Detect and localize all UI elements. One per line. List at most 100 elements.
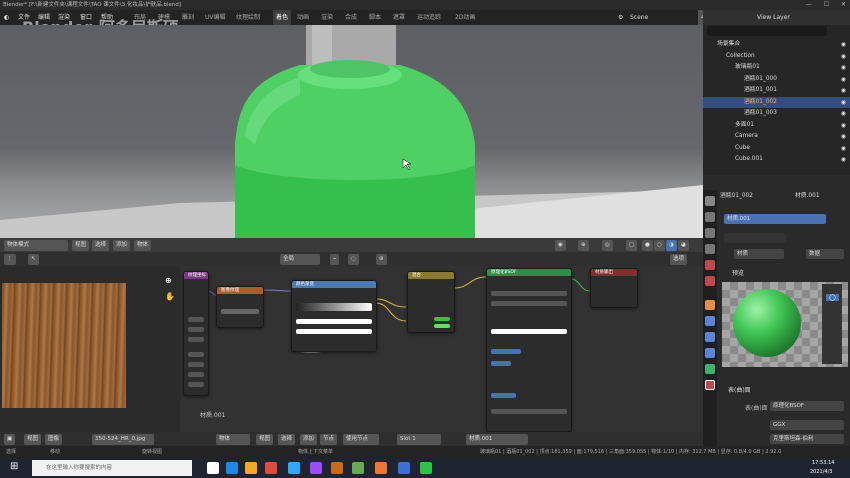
node-color-ramp[interactable]: 颜色渐变 — [291, 280, 377, 352]
material-browse[interactable]: 材质 — [734, 249, 784, 259]
outliner-row[interactable]: Camera ◉ — [703, 131, 850, 143]
outliner-row[interactable]: 多面01 ◉ — [703, 120, 850, 132]
taskbar-search-input[interactable]: 在这里输入你要搜索的内容 — [32, 460, 192, 476]
visibility-eye-icon[interactable]: ◉ — [841, 120, 846, 132]
tab-animation[interactable]: 动画 — [297, 10, 309, 25]
visibility-eye-icon[interactable]: ◉ — [841, 97, 846, 109]
photoshop-icon[interactable] — [288, 462, 300, 474]
node-principled-bsdf[interactable]: 原理化BSDF — [486, 268, 572, 432]
pin-icon[interactable]: ⊛ — [376, 253, 387, 265]
viewport-menu-object[interactable]: 物体 — [134, 239, 152, 251]
material-slot[interactable]: 材质.001 — [724, 214, 826, 224]
options-dropdown[interactable]: 选项 — [670, 253, 688, 265]
outliner-row[interactable]: 酒瓶01_000 ◉ — [703, 74, 850, 86]
subsurface-method-dropdown[interactable]: 克里斯坦森-伯利 — [770, 434, 844, 444]
object-tab-icon[interactable] — [705, 300, 715, 310]
preview-section-header[interactable]: 预览 — [732, 268, 744, 277]
use-nodes-checkbox[interactable]: 使用节点 — [343, 433, 379, 445]
node-menu-view[interactable]: 视图 — [256, 433, 274, 445]
surface-section-header[interactable]: 表(曲)面 — [728, 385, 751, 394]
visibility-eye-icon[interactable]: ◉ — [841, 108, 846, 120]
render-tab-icon[interactable] — [705, 212, 715, 222]
output-tab-icon[interactable] — [705, 228, 715, 238]
tab-motion-tracking[interactable]: 运动追踪 — [417, 10, 441, 25]
editor-type-icon[interactable]: ⋮ — [4, 253, 16, 265]
visibility-eye-icon[interactable]: ◉ — [841, 85, 846, 97]
close-icon[interactable]: ✕ — [841, 1, 846, 8]
wireframe-shading-icon[interactable]: ○ — [654, 239, 665, 251]
physics-tab-icon[interactable] — [705, 348, 715, 358]
data-tab-icon[interactable] — [705, 364, 715, 374]
node-graph[interactable]: ⊕ ✋ 纹理坐标 图像纹理 颜色渐变 混合 原理化BSDF 材质输出 材质.00… — [165, 266, 703, 432]
overlay-icon[interactable]: ◎ — [602, 239, 613, 251]
data-dropdown[interactable]: 数据 — [806, 249, 844, 259]
task-view-icon[interactable] — [207, 462, 219, 474]
sphere-preview-icon[interactable]: ◯ — [826, 294, 839, 301]
view-layer-tab-icon[interactable] — [705, 244, 715, 254]
edge-icon[interactable] — [226, 462, 238, 474]
node-texture-coordinate[interactable]: 纹理坐标 — [183, 271, 209, 396]
world-tab-icon[interactable] — [705, 276, 715, 286]
surface-shader-field[interactable]: 原理化BSDF — [770, 401, 844, 411]
image-file-field[interactable]: 350-524_HR_0.jpg — [92, 433, 154, 445]
image-menu-view[interactable]: 视图 — [24, 433, 42, 445]
outliner-row[interactable]: Cube.001 ◉ — [703, 154, 850, 166]
tab-uv[interactable]: UV编辑 — [205, 10, 226, 25]
cursor-tool-icon[interactable]: ↖ — [28, 253, 39, 265]
material-shading-icon[interactable]: ◑ — [666, 239, 677, 251]
maximize-icon[interactable]: ☐ — [824, 1, 829, 8]
solid-shading-icon[interactable]: ● — [642, 239, 653, 251]
node-mapping[interactable]: 图像纹理 — [216, 286, 264, 328]
tab-render[interactable]: 渲染 — [321, 10, 333, 25]
tab-scripting[interactable]: 脚本 — [369, 10, 381, 25]
visibility-eye-icon[interactable]: ◉ — [841, 154, 846, 166]
slot-dropdown[interactable]: Slot 1 — [397, 433, 441, 445]
minimize-icon[interactable]: — — [806, 1, 812, 8]
scene-icon[interactable]: ⚙ — [618, 10, 623, 25]
tab-shading[interactable]: 着色 — [273, 10, 292, 25]
node-menu-select[interactable]: 选择 — [278, 433, 296, 445]
viewport-menu-view[interactable]: 视图 — [72, 239, 90, 251]
visibility-eye-icon[interactable]: ◉ — [841, 62, 846, 74]
scene-name[interactable]: Scene — [630, 10, 648, 25]
visibility-eye-icon[interactable]: ◉ — [841, 131, 846, 143]
outliner-row[interactable]: Collection ◉ — [703, 51, 850, 63]
scene-tab-icon[interactable] — [705, 260, 715, 270]
node-mix[interactable]: 混合 — [407, 271, 455, 333]
material-field[interactable]: 材质.001 — [466, 433, 528, 445]
app-icon[interactable] — [352, 462, 364, 474]
mode-dropdown[interactable]: 物体模式 — [4, 239, 68, 251]
visibility-icon[interactable]: ◉ — [555, 239, 566, 251]
explorer-icon[interactable] — [245, 462, 257, 474]
tab-sculpt[interactable]: 雕刻 — [182, 10, 194, 25]
object-dropdown[interactable]: 物体 — [216, 433, 250, 445]
view-dropdown[interactable]: 全局 — [280, 253, 320, 265]
particles-tab-icon[interactable] — [705, 332, 715, 342]
visibility-eye-icon[interactable]: ◉ — [841, 51, 846, 63]
material-tab-icon[interactable] — [705, 380, 715, 390]
visibility-eye-icon[interactable]: ◉ — [841, 39, 846, 51]
blender-alt-icon[interactable] — [375, 462, 387, 474]
node-material-output[interactable]: 材质输出 — [590, 268, 638, 308]
hand-pan-icon[interactable]: ✋ — [165, 292, 175, 301]
rendered-shading-icon[interactable]: ◕ — [678, 239, 689, 251]
visibility-eye-icon[interactable]: ◉ — [841, 74, 846, 86]
outliner-row[interactable]: 酒瓶01_001 ◉ — [703, 85, 850, 97]
image-editor-type-icon[interactable]: ▣ — [4, 433, 16, 445]
tab-compositing[interactable]: 合成 — [345, 10, 357, 25]
blender-logo-icon[interactable]: ◐ — [4, 10, 9, 25]
outliner-row[interactable]: Cube ◉ — [703, 143, 850, 155]
node-menu-node[interactable]: 节点 — [320, 433, 338, 445]
blender-taskbar-icon[interactable] — [331, 462, 343, 474]
distribution-dropdown[interactable]: GGX — [770, 420, 844, 430]
xray-icon[interactable]: ▢ — [626, 239, 638, 251]
node-menu-add[interactable]: 添加 — [300, 433, 318, 445]
modifier-tab-icon[interactable] — [705, 316, 715, 326]
tool-tab-icon[interactable] — [705, 196, 715, 206]
viewport-menu-add[interactable]: 添加 — [113, 239, 131, 251]
outliner-search-input[interactable] — [707, 26, 827, 36]
wechat-icon[interactable] — [420, 462, 432, 474]
gizmo-icon[interactable]: ⊕ — [578, 239, 589, 251]
3d-viewport[interactable] — [0, 25, 703, 251]
visibility-eye-icon[interactable]: ◉ — [841, 143, 846, 155]
